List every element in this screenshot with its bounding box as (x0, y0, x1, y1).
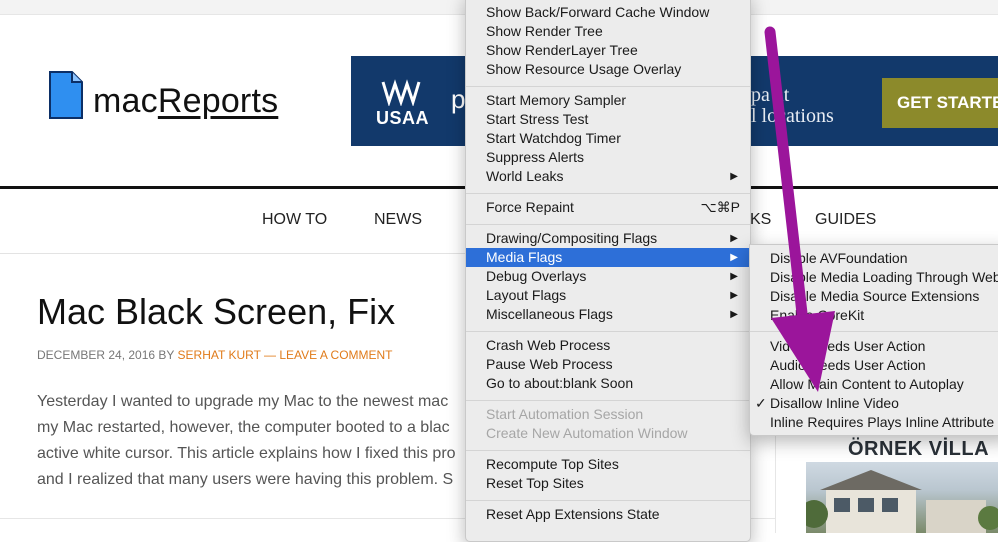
menu-item-pause-web-process[interactable]: Pause Web Process (466, 355, 750, 374)
submenu-arrow-icon: ▶ (730, 252, 738, 263)
menu-item-create-new-automation-window: Create New Automation Window (486, 425, 688, 441)
menu-item-start-memory-sampler[interactable]: Start Memory Sampler (466, 91, 750, 110)
ad-letter: p (451, 84, 466, 114)
menu-separator (466, 224, 750, 225)
menu-separator (466, 400, 750, 401)
menu-item-miscellaneous-flags[interactable]: Miscellaneous Flags ▶ (466, 305, 750, 324)
menu-item-debug-overlays[interactable]: Debug Overlays ▶ (466, 267, 750, 286)
article-date: DECEMBER 24, 2016 (37, 348, 156, 362)
submenu-item-enable-corekit[interactable]: Enable CoreKit (750, 306, 998, 325)
menu-item-shortcut: ⌥⌘P (700, 199, 740, 215)
nav-links[interactable]: KS (750, 211, 771, 229)
submenu-item-inline-requires-plays-inline[interactable]: Inline Requires Plays Inline Attribute (750, 413, 998, 432)
article-title[interactable]: Mac Black Screen, Fix (37, 291, 395, 333)
submenu-item-disable-avfoundation[interactable]: Disable AVFoundation (750, 249, 998, 268)
menu-item-suppress-alerts[interactable]: Suppress Alerts (466, 148, 750, 167)
menu-item-show-back-forward-cache-window[interactable]: Show Back/Forward Cache Window (466, 3, 750, 22)
submenu-item-disable-media-loading[interactable]: Disable Media Loading Through WebKit (750, 268, 998, 287)
article-line: and I realized that many users were havi… (37, 471, 454, 488)
submenu-item-video-needs-user-action[interactable]: Video Needs User Action (750, 337, 998, 356)
menu-item-start-automation-session: Start Automation Session (486, 406, 644, 422)
logo-suffix: Reports (157, 82, 279, 120)
menu-separator (466, 193, 750, 194)
menu-item-reset-app-extensions-state[interactable]: Reset App Extensions State (466, 505, 750, 524)
submenu-arrow-icon: ▶ (730, 271, 738, 282)
develop-menu: Show Back/Forward Cache Window Show Rend… (465, 0, 751, 542)
menu-separator (466, 450, 750, 451)
menu-item-label: Debug Overlays (486, 268, 587, 284)
side-ad-image (806, 462, 998, 533)
article-line: Yesterday I wanted to upgrade my Mac to … (37, 393, 449, 410)
article-by: BY (158, 348, 175, 362)
menu-item-world-leaks[interactable]: World Leaks ▶ (466, 167, 750, 186)
leave-comment-link[interactable]: LEAVE A COMMENT (279, 348, 392, 362)
menu-item-drawing-compositing-flags[interactable]: Drawing/Compositing Flags ▶ (466, 229, 750, 248)
side-ad[interactable]: ÖRNEK VİLLA (806, 432, 998, 533)
logo-prefix: mac (93, 82, 158, 120)
submenu-arrow-icon: ▶ (730, 233, 738, 244)
article-line: active white cursor. This article explai… (37, 445, 456, 462)
nav-how-to[interactable]: HOW TO (262, 211, 327, 229)
submenu-arrow-icon: ▶ (730, 309, 738, 320)
menu-item-force-repaint[interactable]: Force Repaint ⌥⌘P (466, 198, 750, 217)
menu-separator (466, 500, 750, 501)
ad-cta-button[interactable]: GET STARTE (882, 78, 998, 128)
checkmark-icon: ✓ (755, 395, 767, 411)
site-logo[interactable]: macReports (93, 82, 278, 121)
menu-item-start-stress-test[interactable]: Start Stress Test (466, 110, 750, 129)
submenu-item-allow-main-content-autoplay[interactable]: Allow Main Content to Autoplay (750, 375, 998, 394)
villa-illustration (806, 470, 998, 533)
menu-item-go-to-about-blank-soon[interactable]: Go to about:blank Soon (466, 374, 750, 393)
ad-brand: USAA (376, 108, 430, 128)
menu-item-show-render-tree[interactable]: Show Render Tree (466, 22, 750, 41)
meta-dash: — (264, 348, 277, 362)
side-ad-title: ÖRNEK VİLLA (848, 438, 990, 460)
nav-guides[interactable]: GUIDES (815, 211, 876, 229)
menu-item-show-resource-usage-overlay[interactable]: Show Resource Usage Overlay (466, 60, 750, 79)
nav-news[interactable]: NEWS (374, 211, 422, 229)
menu-item-label: Force Repaint (486, 199, 574, 215)
menu-item-reset-top-sites[interactable]: Reset Top Sites (466, 474, 750, 493)
menu-item-layout-flags[interactable]: Layout Flags ▶ (466, 286, 750, 305)
article-meta: DECEMBER 24, 2016 BY SERHAT KURT — LEAVE… (37, 348, 393, 362)
submenu-item-disallow-inline-video[interactable]: ✓ Disallow Inline Video (750, 394, 998, 413)
media-flags-submenu: Disable AVFoundation Disable Media Loadi… (749, 244, 998, 436)
menu-separator (750, 331, 998, 332)
menu-item-show-renderlayer-tree[interactable]: Show RenderLayer Tree (466, 41, 750, 60)
submenu-arrow-icon: ▶ (730, 171, 738, 182)
menu-item-label: Miscellaneous Flags (486, 306, 613, 322)
menu-item-label: Drawing/Compositing Flags (486, 230, 658, 246)
menu-item-media-flags[interactable]: Media Flags ▶ (466, 248, 750, 267)
submenu-arrow-icon: ▶ (730, 290, 738, 301)
submenu-item-label: Disallow Inline Video (770, 395, 899, 411)
menu-item-start-watchdog-timer[interactable]: Start Watchdog Timer (466, 129, 750, 148)
menu-item-label: World Leaks (486, 168, 564, 184)
usaa-eagle-icon (381, 79, 421, 106)
menu-item-label: Media Flags (486, 249, 563, 265)
menu-separator (466, 331, 750, 332)
menu-separator (466, 86, 750, 87)
ad-text-line1: pa at (751, 84, 790, 106)
sidebar-divider (775, 430, 776, 533)
menu-item-recompute-top-sites[interactable]: Recompute Top Sites (466, 455, 750, 474)
article-author-link[interactable]: SERHAT KURT (178, 348, 261, 362)
menu-item-label: Layout Flags (486, 287, 567, 303)
submenu-item-disable-media-source-extensions[interactable]: Disable Media Source Extensions (750, 287, 998, 306)
document-logo-icon (49, 71, 83, 119)
menu-item-crash-web-process[interactable]: Crash Web Process (466, 336, 750, 355)
ad-text-line2: l locations (751, 105, 834, 127)
submenu-item-audio-needs-user-action[interactable]: Audio Needs User Action (750, 356, 998, 375)
article-line: my Mac restarted, however, the computer … (37, 419, 450, 436)
